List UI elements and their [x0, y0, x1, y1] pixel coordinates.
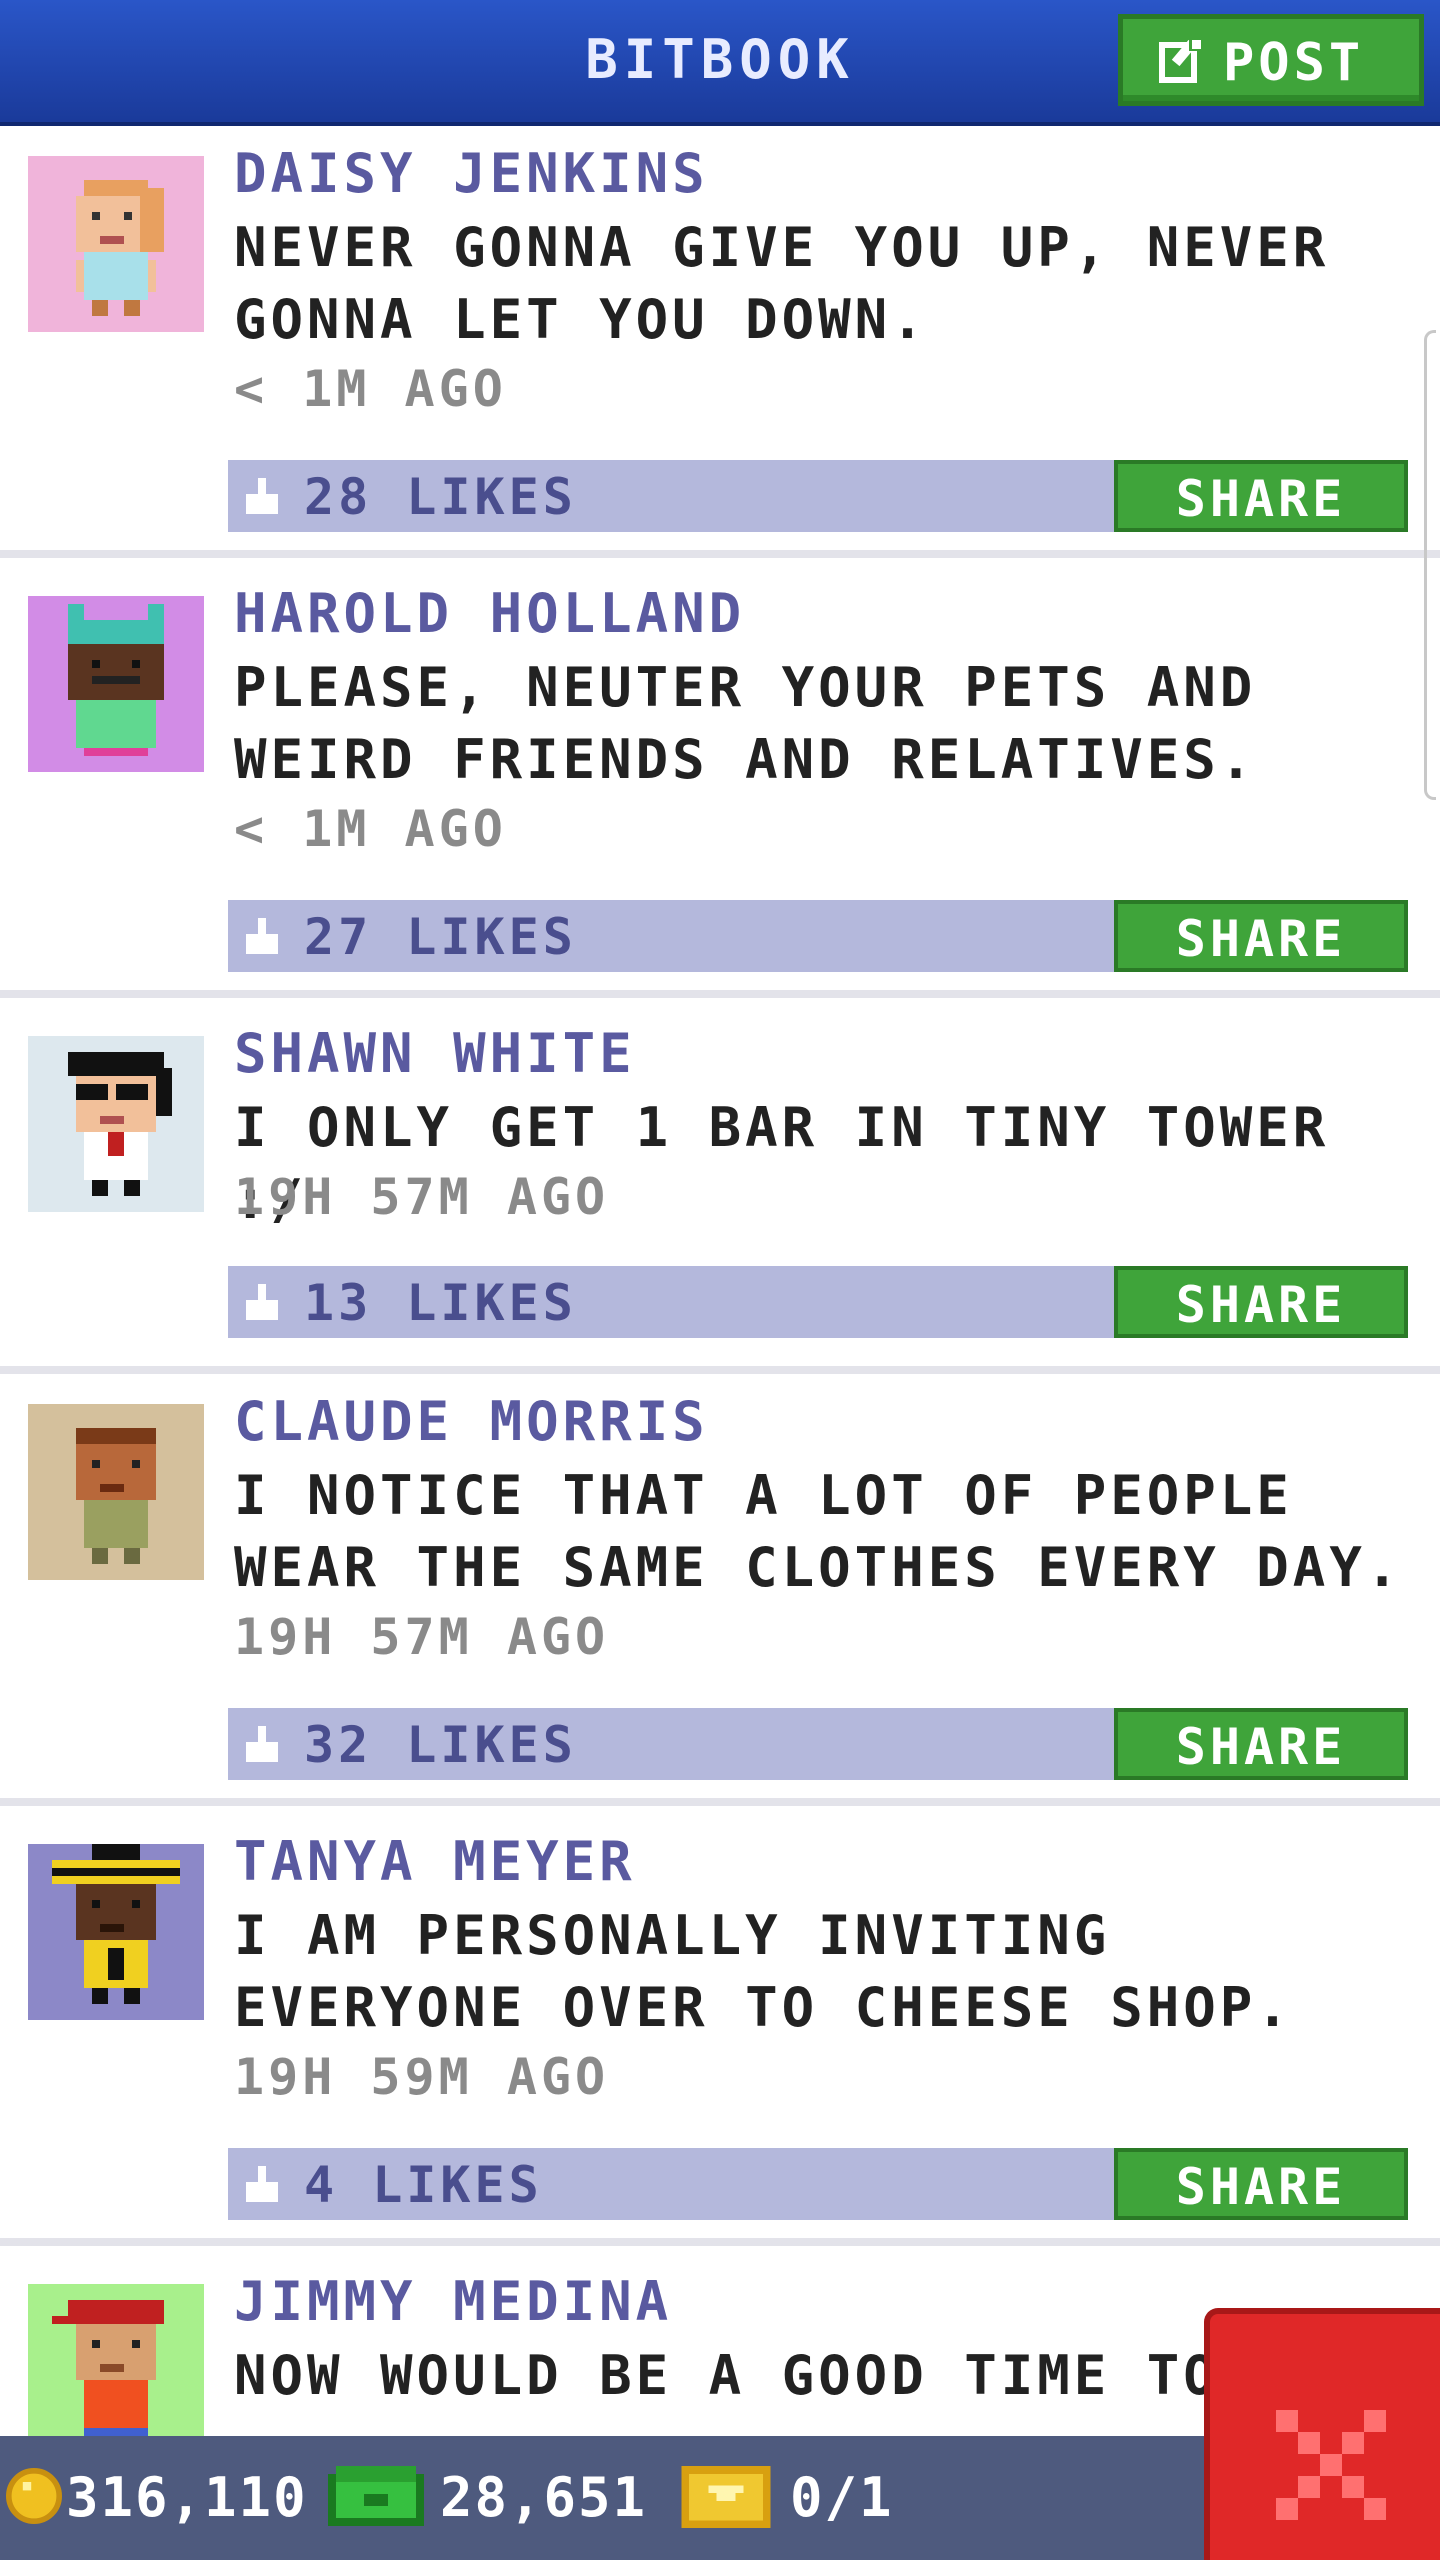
- likes-count: 27 LIKES: [304, 908, 577, 966]
- avatar[interactable]: [28, 1036, 204, 1212]
- likes-bar: 32 LIKES SHARE: [228, 1708, 1408, 1780]
- feed-post: CLAUDE MORRIS I NOTICE THAT A LOT OF PEO…: [0, 1374, 1440, 1806]
- coins-count: 316,110: [66, 2466, 308, 2529]
- share-button-label: SHARE: [1175, 910, 1347, 968]
- likes-count: 13 LIKES: [304, 1274, 577, 1332]
- share-button[interactable]: SHARE: [1114, 460, 1408, 532]
- post-message: NEVER GONNA GIVE YOU UP, NEVER GONNA LET…: [234, 216, 1330, 351]
- likes-bar: 13 LIKES SHARE: [228, 1266, 1408, 1338]
- avatar[interactable]: [28, 1404, 204, 1580]
- avatar[interactable]: [28, 2284, 204, 2460]
- share-button[interactable]: SHARE: [1114, 900, 1408, 972]
- app-header: BITBOOK POST: [0, 0, 1440, 126]
- post-button-label: POST: [1223, 33, 1365, 93]
- share-button-label: SHARE: [1175, 1718, 1347, 1776]
- post-author: SHAWN WHITE: [234, 1022, 636, 1085]
- thumbs-up-icon[interactable]: [242, 918, 282, 958]
- share-button-label: SHARE: [1175, 1276, 1347, 1334]
- post-message: PLEASE, NEUTER YOUR PETS AND WEIRD FRIEN…: [234, 656, 1257, 791]
- avatar[interactable]: [28, 156, 204, 332]
- likes-count: 32 LIKES: [304, 1716, 577, 1774]
- post-message: I NOTICE THAT A LOT OF PEOPLE WEAR THE S…: [234, 1464, 1403, 1599]
- post-time: < 1M AGO: [234, 800, 507, 858]
- post-time: 19H 57M AGO: [234, 1608, 610, 1666]
- share-button[interactable]: SHARE: [1114, 1266, 1408, 1338]
- share-button-label: SHARE: [1175, 470, 1347, 528]
- share-button[interactable]: SHARE: [1114, 1708, 1408, 1780]
- scroll-indicator[interactable]: [1424, 330, 1436, 800]
- likes-count: 4 LIKES: [304, 2156, 543, 2214]
- avatar[interactable]: [28, 596, 204, 772]
- ticket-icon[interactable]: [680, 2466, 772, 2528]
- post-button[interactable]: POST: [1118, 14, 1424, 106]
- likes-bar: 28 LIKES SHARE: [228, 460, 1408, 532]
- likes-bar: 27 LIKES SHARE: [228, 900, 1408, 972]
- thumbs-up-icon[interactable]: [242, 478, 282, 518]
- share-button[interactable]: SHARE: [1114, 2148, 1408, 2220]
- likes-count: 28 LIKES: [304, 468, 577, 526]
- feed-post: SHAWN WHITE I ONLY GET 1 BAR IN TINY TOW…: [0, 1006, 1440, 1374]
- likes-bar: 4 LIKES SHARE: [228, 2148, 1408, 2220]
- post-author: JIMMY MEDINA: [234, 2270, 673, 2333]
- post-author: TANYA MEYER: [234, 1830, 636, 1893]
- post-author: DAISY JENKINS: [234, 142, 709, 205]
- share-button-label: SHARE: [1175, 2158, 1347, 2216]
- close-button[interactable]: [1204, 2308, 1440, 2560]
- post-time: 19H 59M AGO: [234, 2048, 610, 2106]
- tickets-count: 0/1: [790, 2466, 894, 2529]
- bux-icon[interactable]: [328, 2466, 424, 2530]
- post-author: HAROLD HOLLAND: [234, 582, 746, 645]
- feed-post: DAISY JENKINS NEVER GONNA GIVE YOU UP, N…: [0, 126, 1440, 558]
- avatar[interactable]: [28, 1844, 204, 2020]
- bux-count: 28,651: [440, 2466, 648, 2529]
- post-message: I AM PERSONALLY INVITING EVERYONE OVER T…: [234, 1904, 1293, 2039]
- thumbs-up-icon[interactable]: [242, 2166, 282, 2206]
- post-author: CLAUDE MORRIS: [234, 1390, 709, 1453]
- edit-icon: [1159, 37, 1203, 83]
- feed-post: HAROLD HOLLAND PLEASE, NEUTER YOUR PETS …: [0, 566, 1440, 998]
- feed-post: TANYA MEYER I AM PERSONALLY INVITING EVE…: [0, 1814, 1440, 2246]
- coin-icon: [6, 2468, 62, 2524]
- thumbs-up-icon[interactable]: [242, 1284, 282, 1324]
- close-icon: [1276, 2410, 1386, 2520]
- thumbs-up-icon[interactable]: [242, 1726, 282, 1766]
- post-time: < 1M AGO: [234, 360, 507, 418]
- post-time: 19H 57M AGO: [234, 1168, 610, 1226]
